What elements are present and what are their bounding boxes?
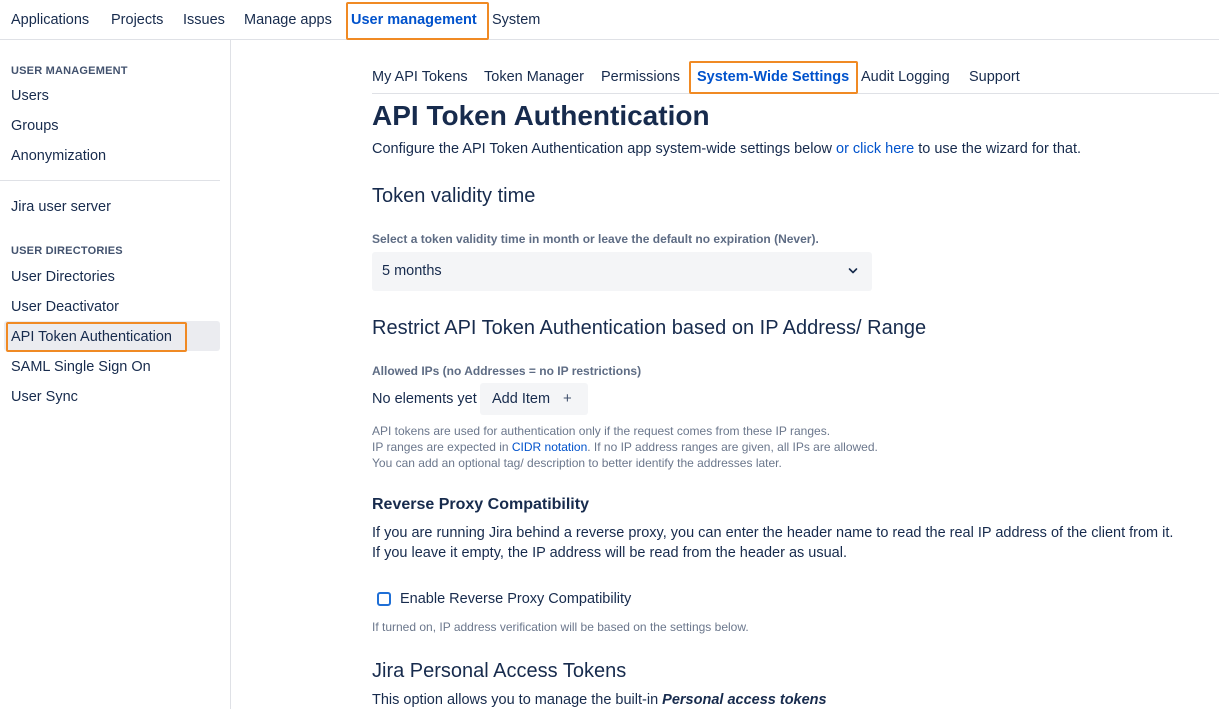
ip-help-line3: You can add an optional tag/ description… [372, 456, 782, 470]
tab-system-wide-settings[interactable]: System-Wide Settings [697, 69, 849, 85]
validity-select[interactable]: 5 months [372, 252, 872, 291]
nav-issues[interactable]: Issues [183, 12, 225, 28]
sidebar-item-user-sync[interactable]: User Sync [11, 389, 78, 405]
top-navigation: Applications Projects Issues Manage apps… [0, 0, 1219, 40]
cidr-notation-link[interactable]: CIDR notation [512, 440, 587, 454]
nav-system[interactable]: System [492, 12, 540, 28]
sidebar-divider [0, 180, 220, 181]
pat-desc-emphasis: Personal access tokens [662, 692, 827, 708]
reverse-proxy-desc-line2: If you leave it empty, the IP address wi… [372, 545, 847, 561]
sidebar-item-saml-sso[interactable]: SAML Single Sign On [11, 359, 151, 375]
nav-applications[interactable]: Applications [11, 12, 89, 28]
reverse-proxy-checkbox[interactable] [377, 592, 391, 606]
sidebar-item-jira-user-server[interactable]: Jira user server [11, 199, 111, 215]
validity-label: Select a token validity time in month or… [372, 232, 819, 246]
tab-support[interactable]: Support [969, 69, 1020, 85]
add-item-button[interactable]: Add Item + [480, 383, 588, 415]
pat-desc-before: This option allows you to manage the bui… [372, 692, 663, 708]
sidebar-item-user-directories[interactable]: User Directories [11, 269, 115, 285]
tab-token-manager[interactable]: Token Manager [484, 69, 584, 85]
chevron-down-icon [848, 268, 858, 274]
tab-my-api-tokens[interactable]: My API Tokens [372, 69, 468, 85]
sidebar-heading-user-directories: USER DIRECTORIES [11, 245, 123, 257]
tab-permissions[interactable]: Permissions [601, 69, 680, 85]
ip-help-line2-after: . If no IP address ranges are given, all… [587, 440, 878, 454]
pat-heading: Jira Personal Access Tokens [372, 660, 627, 682]
reverse-proxy-heading: Reverse Proxy Compatibility [372, 496, 589, 513]
validity-selected-value: 5 months [382, 263, 442, 279]
intro-text-after: to use the wizard for that. [914, 141, 1082, 157]
ip-help-text: API tokens are used for authentication o… [372, 423, 878, 471]
sidebar-item-groups[interactable]: Groups [11, 118, 59, 134]
ip-help-line2: IP ranges are expected in CIDR notation.… [372, 439, 878, 455]
page-title: API Token Authentication [372, 100, 710, 131]
allowed-ips-label: Allowed IPs (no Addresses = no IP restri… [372, 364, 642, 378]
add-item-label: Add Item [492, 391, 551, 407]
nav-user-management[interactable]: User management [351, 12, 477, 28]
tab-audit-logging[interactable]: Audit Logging [861, 69, 950, 85]
ip-restrict-heading: Restrict API Token Authentication based … [372, 317, 927, 339]
ip-help-line1: API tokens are used for authentication o… [372, 424, 831, 438]
intro-text-before: Configure the API Token Authentication a… [372, 141, 837, 157]
nav-projects[interactable]: Projects [111, 12, 163, 28]
no-elements-text: No elements yet [372, 391, 477, 407]
nav-manage-apps[interactable]: Manage apps [244, 12, 332, 28]
wizard-link[interactable]: or click here [836, 141, 914, 157]
sidebar-item-users[interactable]: Users [11, 88, 49, 104]
tabs-underline [372, 93, 1219, 94]
reverse-proxy-desc-line1: If you are running Jira behind a reverse… [372, 525, 1174, 541]
sidebar-item-api-token-authentication[interactable]: API Token Authentication [11, 329, 172, 345]
reverse-proxy-description: If you are running Jira behind a reverse… [372, 523, 1173, 563]
reverse-proxy-help: If turned on, IP address verification wi… [372, 620, 749, 634]
sidebar-item-user-deactivator[interactable]: User Deactivator [11, 299, 119, 315]
sidebar-item-anonymization[interactable]: Anonymization [11, 148, 106, 164]
pat-description: This option allows you to manage the bui… [372, 690, 827, 709]
validity-heading: Token validity time [372, 185, 536, 207]
main-content: My API Tokens Token Manager Permissions … [372, 40, 1219, 709]
sidebar-heading-user-management: USER MANAGEMENT [11, 65, 128, 77]
page-intro: Configure the API Token Authentication a… [372, 141, 1081, 157]
sidebar: USER MANAGEMENT Users Groups Anonymizati… [0, 40, 231, 709]
plus-icon: + [563, 390, 572, 407]
reverse-proxy-checkbox-label[interactable]: Enable Reverse Proxy Compatibility [400, 591, 631, 607]
ip-help-line2-before: IP ranges are expected in [372, 440, 512, 454]
